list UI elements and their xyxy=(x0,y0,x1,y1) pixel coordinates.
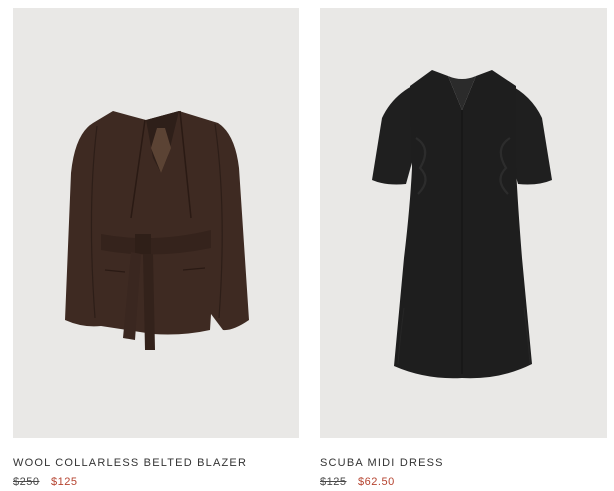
product-card-blazer[interactable]: WOOL COLLARLESS BELTED BLAZER $250 $125 xyxy=(13,0,299,488)
product-name[interactable]: SCUBA MIDI DRESS xyxy=(320,457,444,469)
product-card-dress[interactable]: SCUBA MIDI DRESS $125 $62.50 xyxy=(320,0,607,488)
sale-price: $125 xyxy=(51,476,78,488)
blazer-image-icon xyxy=(65,110,249,350)
sale-price: $62.50 xyxy=(358,476,395,488)
product-name[interactable]: WOOL COLLARLESS BELTED BLAZER xyxy=(13,457,247,469)
product-image-blazer[interactable] xyxy=(13,8,299,438)
original-price: $250 xyxy=(13,476,40,488)
product-prices: $250 $125 xyxy=(13,476,78,488)
dress-image-icon xyxy=(372,70,552,379)
product-image-dress[interactable] xyxy=(320,8,607,438)
product-grid: WOOL COLLARLESS BELTED BLAZER $250 $125 xyxy=(0,0,614,491)
original-price: $125 xyxy=(320,476,347,488)
product-prices: $125 $62.50 xyxy=(320,476,395,488)
